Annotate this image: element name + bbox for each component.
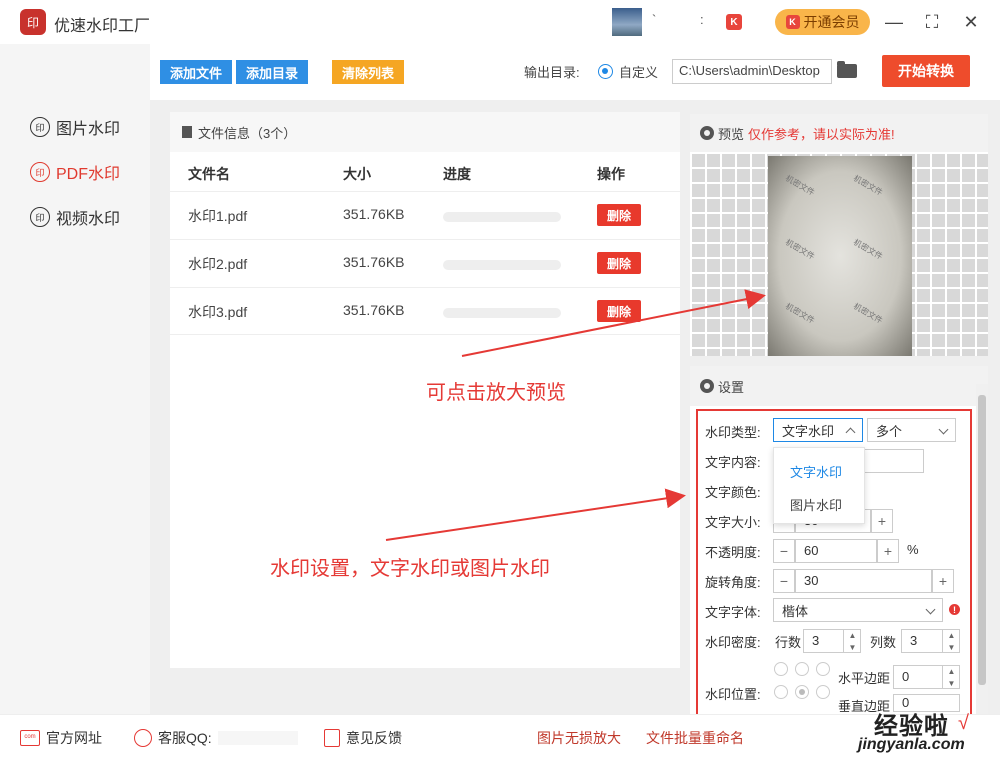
preview-thumbnail[interactable]: 机密文件 机密文件 机密文件 机密文件 机密文件 机密文件 — [768, 156, 912, 356]
check-icon: √ — [958, 712, 969, 734]
add-file-button[interactable]: 添加文件 — [160, 60, 232, 84]
file-name: 水印3.pdf — [188, 304, 248, 320]
support-agent-icon — [134, 729, 152, 747]
vip-badge-icon: K — [726, 14, 742, 30]
table-row: 水印3.pdf 351.76KB 删除 — [170, 287, 680, 335]
app-title: 优速水印工厂 — [54, 18, 151, 35]
custom-dir-radio[interactable] — [598, 64, 613, 79]
feedback-label: 意见反馈 — [346, 730, 402, 746]
file-name: 水印2.pdf — [188, 256, 248, 272]
file-info-title: 文件信息（3个） — [198, 125, 297, 141]
column-header-size: 大小 — [343, 166, 371, 182]
progress-bar — [443, 308, 561, 318]
close-button[interactable]: ✕ — [959, 10, 983, 34]
watermark-text: 机密文件 — [851, 301, 885, 326]
sidebar-item-label: PDF水印 — [56, 166, 121, 183]
preview-title: 预览 — [718, 126, 745, 142]
pdf-feedback-icon — [324, 729, 340, 747]
output-path-input[interactable]: C:\Users\admin\Desktop — [672, 59, 832, 84]
settings-hint-annotation: 水印设置，文字水印或图片水印 — [270, 558, 550, 580]
website-label: 官方网址 — [46, 730, 102, 746]
stamp-icon: 印 — [30, 162, 50, 182]
user-name: ` — [652, 12, 657, 27]
add-directory-button[interactable]: 添加目录 — [236, 60, 308, 84]
qq-support[interactable]: 客服QQ: — [134, 728, 298, 748]
delete-button[interactable]: 删除 — [597, 300, 641, 322]
dropdown-option-image[interactable]: 图片水印 — [790, 495, 842, 514]
qq-number-masked — [217, 731, 298, 745]
watermark-text: 机密文件 — [783, 301, 817, 326]
progress-bar — [443, 260, 561, 270]
file-size: 351.76KB — [343, 302, 405, 318]
file-name: 水印1.pdf — [188, 208, 248, 224]
website-icon: com — [20, 730, 40, 746]
dropdown-option-text[interactable]: 文字水印 — [790, 462, 842, 481]
preview-hint-annotation: 可点击放大预览 — [426, 382, 566, 404]
delete-button[interactable]: 删除 — [597, 252, 641, 274]
custom-dir-label: 自定义 — [619, 65, 659, 80]
sidebar — [0, 44, 150, 714]
file-size: 351.76KB — [343, 206, 405, 222]
delete-button[interactable]: 删除 — [597, 204, 641, 226]
column-header-action: 操作 — [597, 166, 625, 182]
output-dir-label: 输出目录: — [524, 65, 580, 80]
watermark-text: 机密文件 — [851, 237, 885, 262]
sidebar-item-label: 图片水印 — [56, 121, 121, 138]
table-row: 水印2.pdf 351.76KB 删除 — [170, 239, 680, 287]
preview-warning: 仅作参考，请以实际为准! — [748, 126, 895, 142]
progress-bar — [443, 212, 561, 222]
minimize-button[interactable]: — — [882, 10, 906, 34]
settings-header: 设置 — [690, 366, 988, 406]
qq-label: 客服QQ: — [158, 730, 212, 746]
batch-rename-link[interactable]: 文件批量重命名 — [646, 728, 744, 748]
user-avatar[interactable] — [612, 8, 642, 36]
gear-icon — [700, 379, 714, 393]
watermark-text: 机密文件 — [783, 173, 817, 198]
document-icon — [182, 126, 192, 138]
watermark-text: 机密文件 — [851, 173, 885, 198]
scroll-thumb[interactable] — [978, 395, 986, 685]
open-vip-label: 开通会员 — [803, 14, 860, 30]
file-info-header: 文件信息（3个） — [170, 112, 680, 152]
stamp-icon: 印 — [30, 207, 50, 227]
user-separator: : — [700, 12, 704, 27]
table-row: 水印1.pdf 351.76KB 删除 — [170, 191, 680, 239]
sidebar-item-image-watermark[interactable]: 印图片水印 — [30, 115, 120, 139]
watermark-text: 机密文件 — [783, 237, 817, 262]
settings-title: 设置 — [718, 379, 745, 395]
vip-icon: K — [785, 15, 800, 29]
sidebar-item-label: 视频水印 — [56, 211, 121, 228]
maximize-button[interactable]: ⛶ — [920, 10, 944, 34]
watermark-url: jingyanla.com — [858, 736, 965, 753]
start-convert-button[interactable]: 开始转换 — [882, 55, 970, 87]
type-dropdown-menu: 文字水印 图片水印 — [773, 447, 865, 524]
column-header-progress: 进度 — [443, 166, 471, 182]
clear-list-button[interactable]: 清除列表 — [332, 60, 404, 84]
stamp-icon: 印 — [30, 117, 50, 137]
open-vip-button[interactable]: K 开通会员 — [775, 9, 870, 35]
website-link[interactable]: com 官方网址 — [20, 728, 102, 748]
app-logo-icon: 印 — [20, 9, 46, 35]
gear-icon — [700, 126, 714, 140]
feedback-link[interactable]: 意见反馈 — [324, 728, 402, 748]
image-upscale-link[interactable]: 图片无损放大 — [537, 728, 621, 748]
preview-header: 预览 仅作参考，请以实际为准! — [690, 114, 988, 152]
column-header-name: 文件名 — [188, 166, 230, 182]
sidebar-item-video-watermark[interactable]: 印视频水印 — [30, 205, 120, 229]
folder-icon[interactable] — [837, 61, 857, 78]
sidebar-item-pdf-watermark[interactable]: 印 PDF水印 — [30, 160, 120, 184]
file-size: 351.76KB — [343, 254, 405, 270]
